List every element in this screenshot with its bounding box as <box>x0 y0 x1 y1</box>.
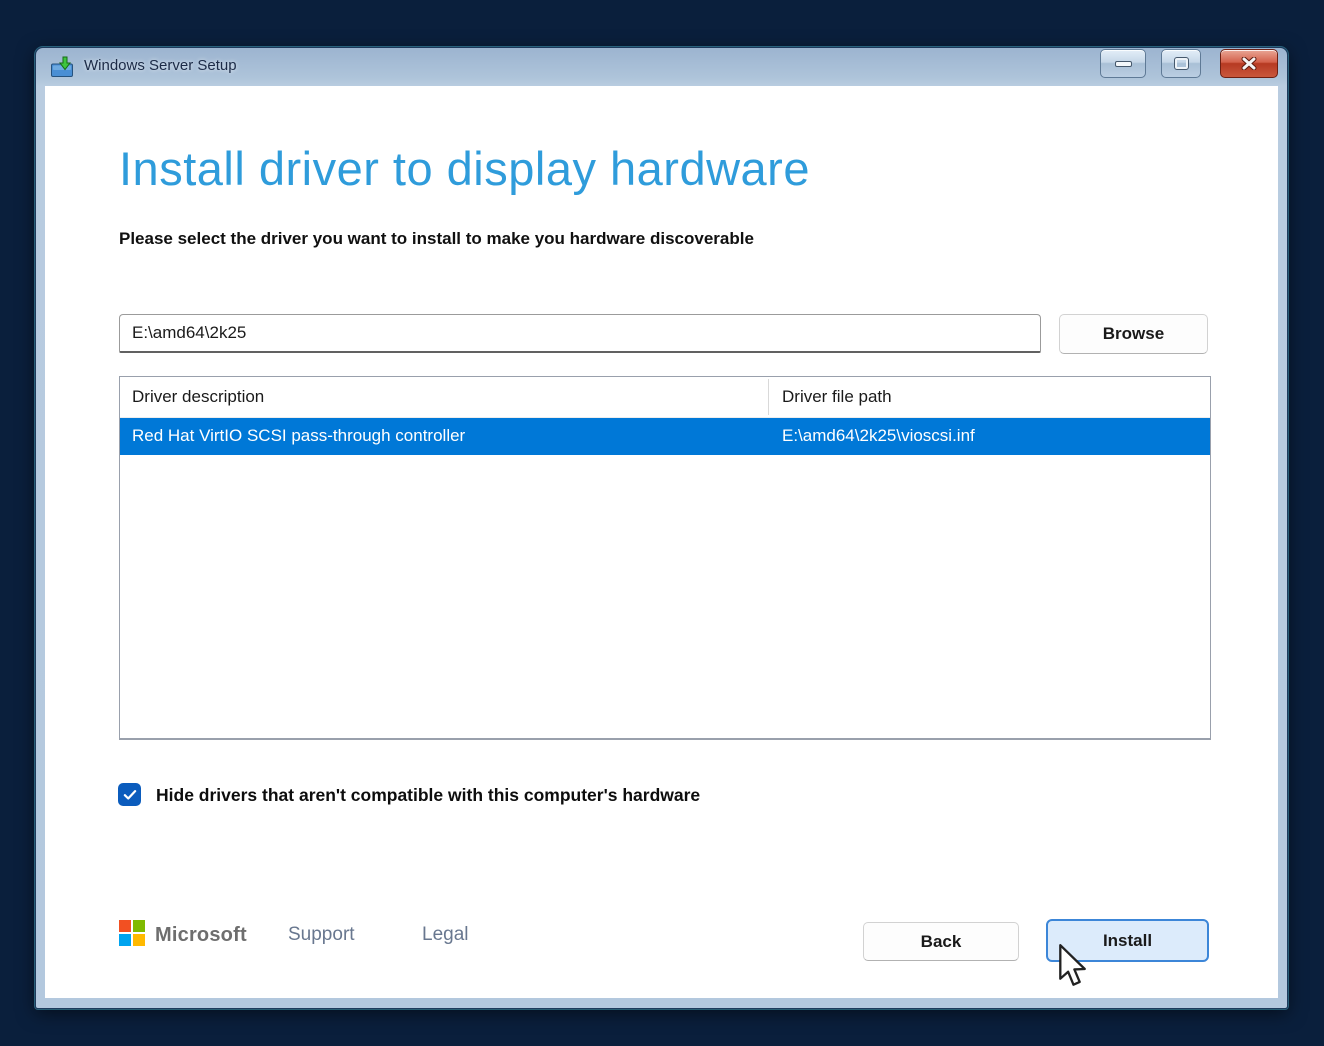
maximize-icon <box>1175 58 1188 69</box>
driver-filepath-cell: E:\amd64\2k25\vioscsi.inf <box>782 426 975 446</box>
driver-description-cell: Red Hat VirtIO SCSI pass-through control… <box>132 426 465 446</box>
page-title: Install driver to display hardware <box>119 141 810 196</box>
driver-list: Driver description Driver file path Red … <box>119 376 1211 740</box>
close-button[interactable] <box>1220 49 1278 78</box>
close-icon <box>1241 57 1257 70</box>
browse-button[interactable]: Browse <box>1059 314 1208 354</box>
driver-row-selected[interactable]: Red Hat VirtIO SCSI pass-through control… <box>120 418 1210 455</box>
page-subtitle: Please select the driver you want to ins… <box>119 229 754 249</box>
desktop-background: Windows Server Setup Install driver to d… <box>0 0 1324 1046</box>
driver-path-input[interactable] <box>119 314 1041 353</box>
maximize-button[interactable] <box>1161 49 1201 78</box>
column-header-description[interactable]: Driver description <box>132 387 264 407</box>
ms-logo-blue-square <box>119 934 131 946</box>
support-link[interactable]: Support <box>288 924 355 946</box>
checkmark-icon <box>123 789 137 801</box>
minimize-icon <box>1115 61 1132 67</box>
hide-incompatible-checkbox[interactable] <box>118 783 141 806</box>
microsoft-logo-icon[interactable] <box>119 920 146 947</box>
setup-app-icon <box>50 56 74 78</box>
client-area: Install driver to display hardware Pleas… <box>45 86 1278 998</box>
titlebar[interactable]: Windows Server Setup <box>36 48 1287 86</box>
driver-list-header: Driver description Driver file path <box>120 377 1210 418</box>
window-title: Windows Server Setup <box>84 57 237 74</box>
legal-link[interactable]: Legal <box>422 924 469 946</box>
microsoft-wordmark[interactable]: Microsoft <box>155 924 247 947</box>
ms-logo-yellow-square <box>133 934 145 946</box>
column-header-filepath[interactable]: Driver file path <box>782 387 892 407</box>
back-button[interactable]: Back <box>863 922 1019 961</box>
minimize-button[interactable] <box>1100 49 1146 78</box>
hide-incompatible-label[interactable]: Hide drivers that aren't compatible with… <box>156 785 700 806</box>
setup-window: Windows Server Setup Install driver to d… <box>35 47 1288 1009</box>
install-button[interactable]: Install <box>1046 919 1209 962</box>
ms-logo-green-square <box>133 920 145 932</box>
column-separator[interactable] <box>768 379 769 415</box>
ms-logo-red-square <box>119 920 131 932</box>
